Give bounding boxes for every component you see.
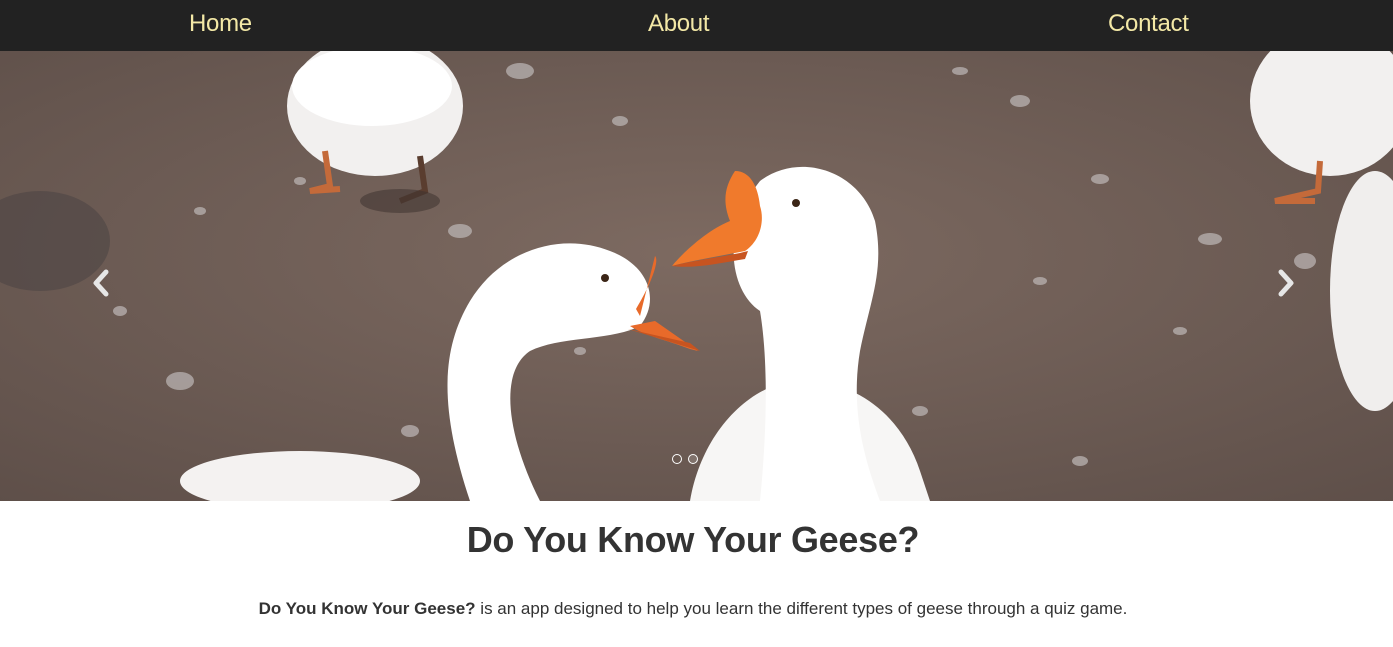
chevron-right-icon [1278, 269, 1294, 297]
nav-link-about[interactable]: About [648, 10, 710, 38]
chevron-left-icon [93, 269, 109, 297]
app-description: Do You Know Your Geese? is an app design… [0, 599, 1386, 619]
top-navbar: Home About Contact [0, 0, 1393, 51]
carousel-prev-button[interactable] [86, 266, 116, 300]
carousel-indicator-2[interactable] [688, 454, 698, 464]
carousel-next-button[interactable] [1271, 266, 1301, 300]
carousel-indicators [672, 454, 698, 464]
image-carousel [0, 51, 1393, 501]
carousel-indicator-1[interactable] [672, 454, 682, 464]
nav-link-contact[interactable]: Contact [1108, 10, 1189, 38]
app-name-bold: Do You Know Your Geese? [258, 599, 476, 618]
intro-section: Do You Know Your Geese? Do You Know Your… [0, 501, 1393, 647]
nav-link-home[interactable]: Home [189, 10, 252, 38]
geese-photo [0, 51, 1393, 501]
app-description-text: is an app designed to help you learn the… [475, 599, 1128, 618]
page-title: Do You Know Your Geese? [466, 519, 920, 560]
